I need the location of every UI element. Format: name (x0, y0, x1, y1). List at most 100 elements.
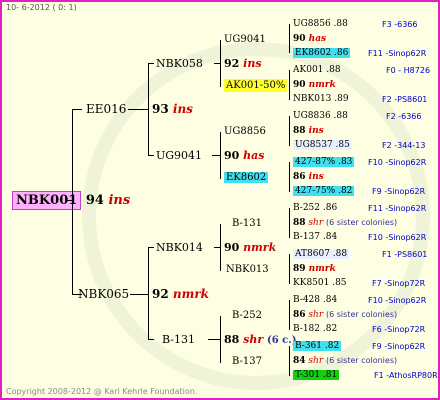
gen4-node[interactable]: UG8856 .88 (293, 20, 348, 29)
id: NBK013 .89 (293, 94, 349, 104)
gen3-node[interactable]: AK001-50% (224, 79, 288, 92)
origin: F3 -6366 (382, 20, 418, 29)
gen4-node[interactable]: B-252 .86 (293, 204, 337, 213)
gen3-node[interactable]: NBK013 (226, 265, 269, 275)
gen4-node[interactable]: 427-75% .82 (293, 186, 355, 196)
gen4-node[interactable]: EK8602 .86 (293, 48, 351, 58)
gen3-node[interactable]: B-137 (232, 357, 262, 367)
id: UG8537 .85 (293, 140, 352, 150)
id: AT8607 .88 (293, 249, 350, 259)
origin: F10 -Sinop62R (368, 158, 427, 167)
gen1-node-nbk065[interactable]: NBK065 (78, 288, 129, 300)
connector (148, 247, 149, 340)
connector (220, 316, 221, 363)
connector (214, 63, 220, 64)
copyright-footer: Copyright 2008-2012 @ Karl Kehrle Founda… (6, 387, 198, 396)
gen4-info: 86 shr (6 sister colonies) (293, 311, 397, 320)
gen2-node[interactable]: B-131 (162, 334, 195, 345)
connector (289, 24, 290, 53)
root-breed: ins (108, 193, 131, 208)
id: B-137 .84 (293, 232, 338, 242)
gen4-info: 88 ins (293, 127, 324, 136)
id: B-252 .86 (293, 203, 338, 213)
gen4-node[interactable]: B-182 .82 (293, 325, 337, 334)
id: B-182 .82 (293, 324, 338, 334)
gen3-node[interactable]: B-252 (232, 311, 262, 321)
breed: has (243, 149, 265, 162)
breed: shr (243, 333, 264, 346)
connector (148, 339, 154, 340)
year: 89 (293, 264, 306, 274)
connector (289, 208, 290, 238)
origin: F10 -Sinop62R (368, 233, 427, 242)
gen1-year: 93 (152, 102, 169, 116)
connector (289, 346, 290, 376)
gen4-info: 86 ins (293, 173, 324, 182)
connector (148, 63, 149, 156)
gen2-info: 90 has (224, 150, 264, 161)
gen3-node[interactable]: UG8856 (224, 127, 266, 137)
breed: nmrk (308, 264, 336, 274)
gen4-node[interactable]: B-361 .82 (293, 341, 342, 351)
year: 90 (293, 80, 306, 90)
gen4-node[interactable]: AK001 .88 (293, 66, 341, 75)
breed: nmrk (308, 80, 336, 90)
connector (289, 116, 290, 146)
origin: F2 -344-13 (382, 141, 426, 150)
gen1-node-ee016[interactable]: EE016 (86, 103, 126, 115)
gen4-node[interactable]: 427-87% .83 (293, 157, 355, 167)
year: 86 (293, 172, 306, 182)
connector (220, 132, 221, 179)
breed: ins (308, 126, 324, 136)
gen4-info: 88 shr (6 sister colonies) (293, 219, 397, 228)
connector (289, 162, 290, 192)
connector (148, 155, 154, 156)
gen2-node[interactable]: UG9041 (156, 150, 202, 161)
gen3-node[interactable]: EK8602 (224, 172, 269, 183)
connector (66, 200, 72, 201)
sister-colonies: (6 sister colonies) (326, 218, 398, 227)
origin: F6 -Sinop72R (372, 325, 426, 334)
id: 427-75% .82 (293, 186, 355, 196)
gen4-node[interactable]: NBK013 .89 (293, 95, 349, 104)
gen2-info: 92 ins (224, 58, 262, 69)
id: B-361 .82 (293, 341, 342, 351)
gen4-node[interactable]: UG8836 .88 (293, 112, 348, 121)
id: KK8501 .85 (293, 278, 347, 288)
connector (208, 339, 220, 340)
gen2-node[interactable]: NBK014 (156, 242, 203, 253)
id: T-301 .81 (293, 370, 340, 380)
year: 92 (224, 57, 240, 70)
gen3-id: AK001-50% (224, 79, 288, 92)
gen1-breed: nmrk (172, 287, 209, 301)
sister-colonies: (6 sister colonies) (326, 356, 398, 365)
gen4-node[interactable]: UG8537 .85 (293, 140, 352, 150)
year: 90 (224, 241, 240, 254)
root-year: 94 (85, 193, 104, 208)
id: EK8602 .86 (293, 48, 351, 58)
connector (72, 109, 73, 295)
gen1-ee016-info: 93 ins (152, 103, 193, 115)
breed: ins (308, 172, 324, 182)
breed: shr (308, 356, 324, 366)
connector (72, 109, 82, 110)
connector (289, 254, 290, 284)
gen4-node[interactable]: AT8607 .88 (293, 249, 350, 259)
gen4-node[interactable]: KK8501 .85 (293, 279, 347, 288)
connector (220, 40, 221, 87)
gen3-node[interactable]: B-131 (232, 219, 262, 229)
origin: F9 -Sinop62R (372, 187, 426, 196)
gen3-node[interactable]: UG9041 (224, 35, 266, 45)
gen1-year: 92 (152, 287, 169, 301)
gen2-node[interactable]: NBK058 (156, 58, 203, 69)
connector (130, 294, 148, 295)
origin: F11 -Sinop62R (368, 49, 427, 58)
year: 86 (293, 310, 306, 320)
gen4-node[interactable]: B-137 .84 (293, 233, 337, 242)
origin: F9 -Sinop62R (372, 342, 426, 351)
gen4-node[interactable]: T-301 .81 (293, 370, 340, 380)
gen4-node[interactable]: B-428 .84 (293, 296, 337, 305)
breed: has (308, 34, 327, 44)
year: 88 (224, 333, 240, 346)
pedigree-frame: 10- 6-2012 ( 0: 1) NBK001 94 ins EE016 N… (0, 0, 440, 400)
